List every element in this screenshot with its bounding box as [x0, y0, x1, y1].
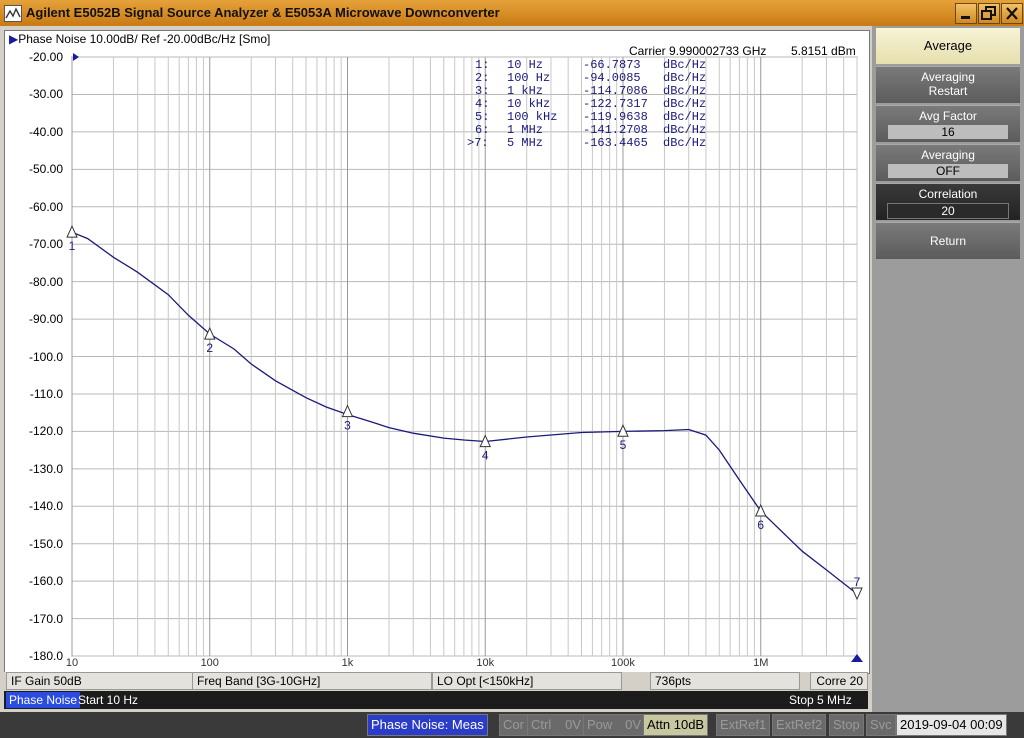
- marker-table-unit: dBc/Hz: [663, 97, 707, 111]
- marker-6-label: 6: [757, 518, 764, 532]
- averaging-restart-button[interactable]: Averaging Restart: [876, 66, 1020, 103]
- stop-frequency[interactable]: Stop 5 MHz: [789, 692, 852, 708]
- svc-status: Svc: [866, 714, 896, 736]
- marker-table-val: -114.7086: [583, 84, 648, 98]
- averaging-label: Averaging: [921, 148, 975, 162]
- marker-table-idx: 3:: [475, 84, 490, 98]
- title-bar: Agilent E5052B Signal Source Analyzer & …: [0, 0, 1024, 26]
- x-tick-label: 10: [66, 657, 78, 669]
- marker-table-val: -122.7317: [583, 97, 648, 111]
- marker-table-idx: 4:: [475, 97, 490, 111]
- marker-2-label: 2: [206, 341, 213, 355]
- channel-bar: Phase Noise Start 10 Hz Stop 5 MHz: [4, 691, 868, 709]
- window-title: Agilent E5052B Signal Source Analyzer & …: [26, 5, 500, 20]
- marker-table-freq: 100 Hz: [507, 71, 551, 85]
- pow-label: Pow: [587, 717, 613, 732]
- marker-table-val: -119.9638: [583, 110, 648, 124]
- marker-table-val: -66.7873: [583, 58, 641, 72]
- softkey-menu-title: Average: [876, 28, 1020, 64]
- status-bar: IF Gain 50dB Freq Band [3G-10GHz] LO Opt…: [4, 672, 868, 690]
- ctrl-value: 0V: [565, 717, 581, 732]
- if-gain-status: IF Gain 50dB: [6, 672, 198, 690]
- marker-table-idx: >7:: [467, 136, 489, 150]
- correlation-button[interactable]: Correlation 20: [876, 183, 1020, 220]
- avg-factor-label: Avg Factor: [919, 109, 977, 123]
- marker-table-unit: dBc/Hz: [663, 110, 707, 124]
- marker-table-unit: dBc/Hz: [663, 136, 707, 150]
- marker-table-freq: 1 MHz: [507, 123, 544, 137]
- pow-value: 0V: [625, 717, 641, 732]
- marker-1-label: 1: [69, 239, 76, 253]
- marker-table-unit: dBc/Hz: [663, 123, 707, 137]
- softkey-panel: Average Averaging Restart Avg Factor 16 …: [872, 26, 1024, 712]
- marker-table-val: -141.2708: [583, 123, 648, 137]
- instrument-status-bar: Phase Noise: Meas Cor Ctrl 0V Pow 0V Att…: [0, 712, 1024, 738]
- points-status: 736pts: [650, 672, 800, 690]
- averaging-value: OFF: [888, 164, 1008, 178]
- pow-status: Pow 0V: [583, 714, 645, 736]
- stop-status: Stop: [829, 714, 864, 736]
- marker-7-label: 7: [854, 575, 861, 589]
- freq-band-status: Freq Band [3G-10GHz]: [192, 672, 432, 690]
- extref1-status: ExtRef1: [716, 714, 771, 736]
- lo-opt-status: LO Opt [<150kHz]: [432, 672, 622, 690]
- x-tick-label: 1M: [753, 657, 768, 669]
- meas-status: Phase Noise: Meas: [367, 714, 488, 736]
- phase-noise-chart[interactable]: 10 100 1k 10k 100k 1M 1 2 3 4 5 6 7: [5, 31, 869, 673]
- averaging-restart-line2: Restart: [928, 84, 968, 98]
- marker-table-idx: 6:: [475, 123, 490, 137]
- marker-5-label: 5: [620, 438, 627, 452]
- attn-status: Attn 10dB: [643, 714, 709, 736]
- marker-table-unit: dBc/Hz: [663, 84, 707, 98]
- return-button[interactable]: Return: [876, 222, 1020, 259]
- extref2-status: ExtRef2: [772, 714, 827, 736]
- marker-table-idx: 2:: [475, 71, 490, 85]
- measurement-label[interactable]: Phase Noise: [6, 692, 81, 708]
- minimize-icon[interactable]: [955, 3, 977, 24]
- x-tick-label: 100k: [611, 657, 635, 669]
- cor-status: Cor: [499, 714, 528, 736]
- avg-factor-value: 16: [888, 125, 1008, 139]
- marker-table-freq: 10 Hz: [507, 58, 544, 72]
- x-tick-label: 100: [201, 657, 219, 669]
- marker-table-val: -94.0085: [583, 71, 641, 85]
- marker-table-val: -163.4465: [583, 136, 648, 150]
- averaging-restart-line1: Averaging: [921, 70, 975, 84]
- avg-factor-button[interactable]: Avg Factor 16: [876, 105, 1020, 142]
- marker-table-idx: 1:: [475, 58, 490, 72]
- marker-table-freq: 1 kHz: [507, 84, 544, 98]
- marker-table-unit: dBc/Hz: [663, 71, 707, 85]
- marker-table-freq: 10 kHz: [507, 97, 551, 111]
- ctrl-label: Ctrl: [531, 717, 552, 732]
- ctrl-status: Ctrl 0V: [527, 714, 585, 736]
- x-tick-label: 10k: [476, 657, 494, 669]
- restore-icon[interactable]: [978, 3, 1000, 24]
- return-label: Return: [929, 234, 967, 248]
- app-icon: [4, 5, 22, 22]
- trace-window[interactable]: ▶Phase Noise 10.00dB/ Ref -20.00dBc/Hz […: [4, 30, 870, 674]
- corre-status: Corre 20: [810, 672, 868, 690]
- marker-3-label: 3: [344, 419, 351, 433]
- correlation-label: Correlation: [918, 187, 978, 201]
- marker-4-label: 4: [482, 449, 489, 463]
- x-tick-label: 1k: [342, 657, 354, 669]
- averaging-toggle-button[interactable]: Averaging OFF: [876, 144, 1020, 181]
- marker-table-unit: dBc/Hz: [663, 58, 707, 72]
- start-frequency[interactable]: Start 10 Hz: [78, 692, 138, 708]
- correlation-value: 20: [887, 203, 1009, 219]
- marker-table-idx: 5:: [475, 110, 490, 124]
- date-time: 2019-09-04 00:09: [896, 714, 1007, 736]
- close-icon[interactable]: [1001, 3, 1023, 24]
- marker-table-freq: 5 MHz: [507, 136, 544, 150]
- marker-table-freq: 100 kHz: [507, 110, 558, 124]
